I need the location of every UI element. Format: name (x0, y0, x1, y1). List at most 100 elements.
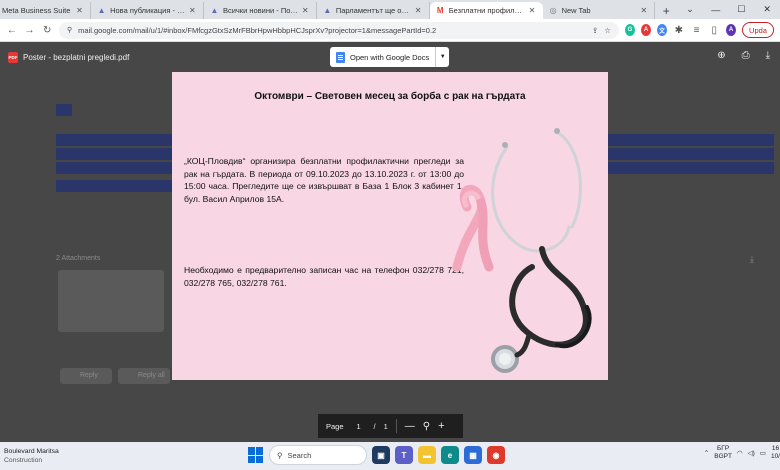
language-line2: BGPT (714, 453, 732, 460)
download-icon[interactable]: ⤓ (750, 254, 754, 265)
highlight-bar (608, 148, 774, 160)
tab-search-icon[interactable]: ⌄ (677, 0, 703, 19)
zoom-out-icon[interactable]: — (405, 421, 415, 432)
maximize-icon[interactable]: ☐ (729, 0, 755, 19)
tab-label: Безплатни профилактични (448, 6, 525, 15)
close-window-icon[interactable]: ✕ (754, 0, 780, 19)
task-view-icon[interactable]: ▣ (372, 446, 390, 464)
highlight-bar (608, 162, 774, 174)
close-tab-icon[interactable]: ✕ (529, 6, 537, 15)
page-separator: / (373, 421, 376, 431)
browser-tab[interactable]: ▲ Парламентът ще обсъди Е ✕ (317, 2, 430, 19)
chrome-icon: ◎ (549, 6, 557, 15)
new-tab-button[interactable]: + (655, 2, 677, 19)
site-info-icon[interactable]: ⚲ (67, 26, 72, 34)
file-name: Poster - bezplatni pregledi.pdf (23, 52, 130, 62)
close-tab-icon[interactable]: ✕ (302, 6, 310, 15)
site-icon: ▲ (97, 6, 106, 15)
clock[interactable]: 16 10/ (771, 445, 780, 461)
page-total: 1 (383, 421, 388, 431)
file-explorer-icon[interactable]: ▬ (418, 446, 436, 464)
chrome-icon[interactable]: ◉ (487, 446, 505, 464)
edge-icon[interactable]: e (441, 446, 459, 464)
wifi-icon[interactable]: ◠ (737, 449, 743, 457)
pdf-viewer-header: PDF Poster - bezplatni pregledi.pdf Open… (0, 42, 780, 72)
page-label: Page (326, 421, 344, 431)
update-button[interactable]: Upda (742, 22, 774, 38)
weather-widget[interactable]: Boulevard Maritsa Construction (0, 447, 70, 465)
tab-label: Нова публикация - Под Те (110, 6, 185, 15)
add-to-drive-icon[interactable]: ⊕ (717, 50, 725, 61)
email-attachments-label: 2 Attachments (56, 255, 101, 262)
volume-icon[interactable]: ◁) (748, 449, 755, 457)
browser-tab-strip: Meta Business Suite ✕ ▲ Нова публикация … (0, 0, 780, 19)
pdf-file-icon: PDF (8, 51, 18, 63)
browser-tab[interactable]: ▲ Всички новини - Под Тепе ✕ (204, 2, 317, 19)
reload-icon[interactable]: ↻ (41, 23, 53, 37)
windows-start-icon[interactable] (248, 447, 264, 463)
profile-avatar[interactable]: A (726, 24, 737, 36)
stethoscope-ribbon-illustration (452, 128, 592, 373)
download-icon[interactable]: ⤓ (766, 50, 770, 61)
windows-taskbar: Boulevard Maritsa Construction ⚲ Search … (0, 442, 780, 470)
highlight-bar (56, 180, 172, 192)
page-controls: Page 1 / 1 — ⚲ + (318, 414, 463, 438)
side-panel-icon[interactable]: ▯ (708, 23, 720, 37)
store-icon[interactable]: ▦ (464, 446, 482, 464)
site-icon: ▲ (323, 6, 332, 15)
browser-tab[interactable]: ◎ New Tab ✕ (543, 2, 656, 19)
browser-tab[interactable]: ▲ Нова публикация - Под Те ✕ (91, 2, 204, 19)
translate-icon[interactable]: 文 (657, 24, 668, 36)
adblock-icon[interactable]: A (641, 24, 652, 36)
close-tab-icon[interactable]: ✕ (189, 6, 197, 15)
bookmark-star-icon[interactable]: ☆ (604, 26, 611, 35)
highlight-bar (56, 162, 172, 174)
chevron-up-icon[interactable]: ⌃ (704, 449, 709, 457)
pdf-page-poster: Октомври – Световен месец за борба с рак… (172, 72, 608, 380)
address-bar: ← → ↻ ⚲ mail.google.com/mail/u/1/#inbox/… (0, 19, 780, 42)
highlight-bar (56, 134, 172, 146)
site-icon: ▲ (210, 6, 219, 15)
omnibox[interactable]: ⚲ mail.google.com/mail/u/1/#inbox/FMfcgz… (59, 21, 620, 39)
print-icon[interactable]: ⎙ (742, 50, 750, 61)
extensions-icon[interactable]: ✱ (673, 23, 685, 37)
clock-date: 10/ (770, 453, 780, 460)
highlight-bar (56, 104, 72, 116)
poster-paragraph-info: „КОЦ-Пловдив“ организира безплатни профи… (184, 156, 464, 204)
forward-icon[interactable]: → (24, 23, 36, 37)
clock-time: 16 (771, 445, 780, 452)
open-with-button[interactable]: Open with Google Docs ▼ (330, 47, 450, 67)
back-icon[interactable]: ← (6, 23, 18, 37)
language-line1: БГР (717, 445, 730, 452)
language-indicator[interactable]: БГР BGPT (714, 445, 732, 461)
taskbar-search[interactable]: ⚲ Search (269, 445, 367, 465)
zoom-in-icon[interactable]: + (438, 420, 444, 432)
tab-label: Парламентът ще обсъди Е (335, 6, 411, 15)
browser-tab-active[interactable]: M Безплатни профилактични ✕ (429, 2, 543, 19)
close-tab-icon[interactable]: ✕ (415, 6, 423, 15)
close-tab-icon[interactable]: ✕ (640, 6, 648, 15)
attachment-thumbnail[interactable] (58, 270, 164, 332)
highlight-bar (608, 134, 774, 146)
chevron-down-icon[interactable]: ▼ (435, 47, 449, 67)
search-label: Search (287, 450, 312, 460)
weather-location: Boulevard Maritsa (4, 448, 59, 455)
reply-all-label: Reply all (138, 372, 165, 379)
browser-tab[interactable]: Meta Business Suite ✕ (0, 2, 92, 19)
reading-list-icon[interactable]: ≡ (691, 23, 703, 37)
battery-icon[interactable]: ▭ (760, 449, 766, 457)
url-text[interactable]: mail.google.com/mail/u/1/#inbox/FMfcgzGt… (78, 26, 586, 35)
tab-label: Всички новини - Под Тепе (222, 6, 298, 15)
taskbar-apps: ⚲ Search ▣ T ▬ e ▦ ◉ (248, 445, 505, 465)
stethoscope-icon (491, 128, 592, 373)
minimize-icon[interactable]: — (703, 0, 729, 19)
grammarly-icon[interactable]: G (625, 24, 636, 36)
close-tab-icon[interactable]: ✕ (76, 6, 84, 15)
share-icon[interactable]: ⇪ (592, 26, 598, 35)
page-number-input[interactable]: 1 (352, 422, 366, 431)
pink-ribbon-icon (452, 185, 494, 272)
open-with-google-docs[interactable]: Open with Google Docs (330, 51, 435, 63)
teams-icon[interactable]: T (395, 446, 413, 464)
search-icon: ⚲ (277, 450, 283, 460)
zoom-icon[interactable]: ⚲ (423, 421, 430, 432)
